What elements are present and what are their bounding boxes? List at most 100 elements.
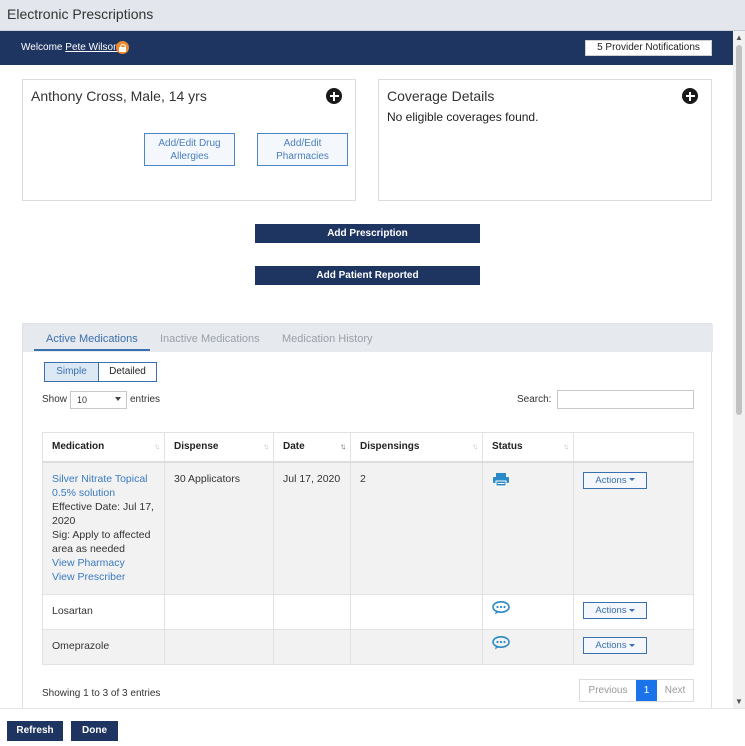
column-header-actions xyxy=(573,432,694,463)
column-label: Date xyxy=(283,441,305,453)
tab-inactive-medications[interactable]: Inactive Medications xyxy=(160,333,260,345)
welcome-bar: Welcome Pete Wilson 5 Provider Notificat… xyxy=(0,31,733,65)
sort-icon: ↑↓ xyxy=(154,442,160,451)
column-label: Dispense xyxy=(174,441,219,453)
next-page-button[interactable]: Next xyxy=(657,680,693,701)
sort-icon: ↑↓ xyxy=(563,442,569,451)
simple-view-button[interactable]: Simple xyxy=(44,362,99,382)
refresh-button[interactable]: Refresh xyxy=(7,721,63,741)
actions-label: Actions xyxy=(595,474,627,486)
actions-label: Actions xyxy=(595,640,627,651)
date-cell xyxy=(273,629,351,665)
coverage-card: Coverage Details No eligible coverages f… xyxy=(378,79,712,201)
status-cell xyxy=(482,594,574,630)
scroll-down-icon[interactable]: ▼ xyxy=(735,697,743,706)
add-patient-detail-icon[interactable] xyxy=(326,88,342,104)
dispensings-cell xyxy=(350,629,483,665)
dispense-cell xyxy=(164,629,274,665)
view-pharmacy-link[interactable]: View Pharmacy xyxy=(52,556,164,570)
actions-cell: Actions xyxy=(573,461,694,595)
active-tab-indicator xyxy=(34,349,150,351)
provider-notifications-button[interactable]: 5 Provider Notifications xyxy=(585,40,712,56)
page-size-value: 10 xyxy=(77,395,88,405)
previous-page-button[interactable]: Previous xyxy=(580,680,636,701)
actions-label: Actions xyxy=(595,605,627,616)
column-header-medication[interactable]: Medication ↑↓ xyxy=(42,432,165,463)
tab-active-medications[interactable]: Active Medications xyxy=(46,333,138,345)
view-prescriber-link[interactable]: View Prescriber xyxy=(52,570,164,584)
column-header-date[interactable]: Date ↑↓ xyxy=(273,432,351,463)
sort-icon: ↑↓ xyxy=(472,442,478,451)
scroll-up-icon[interactable]: ▲ xyxy=(735,33,743,42)
caret-down-icon xyxy=(628,643,635,647)
sort-icon: ↑↓ xyxy=(263,442,269,451)
column-header-status[interactable]: Status ↑↓ xyxy=(482,432,574,463)
patient-card: Anthony Cross, Male, 14 yrs Add/Edit Dru… xyxy=(22,79,356,201)
actions-cell: Actions xyxy=(573,594,694,630)
column-label: Dispensings xyxy=(360,441,420,453)
table-row: Silver Nitrate Topical 0.5% solution Eff… xyxy=(42,461,694,595)
column-label: Medication xyxy=(52,441,105,453)
actions-dropdown-button[interactable]: Actions xyxy=(583,637,647,654)
footer-bar: Refresh Done xyxy=(0,708,745,746)
medication-cell: Omeprazole xyxy=(42,629,165,665)
printer-icon[interactable] xyxy=(492,472,573,487)
column-header-dispensings[interactable]: Dispensings ↑↓ xyxy=(350,432,483,463)
search-input[interactable] xyxy=(557,390,694,409)
window-titlebar: Electronic Prescriptions xyxy=(0,0,745,31)
coverage-title: Coverage Details xyxy=(387,88,495,104)
actions-dropdown-button[interactable]: Actions xyxy=(583,602,647,619)
welcome-prefix: Welcome xyxy=(21,42,63,53)
add-edit-drug-allergies-button[interactable]: Add/Edit Drug Allergies xyxy=(144,133,235,166)
date-cell xyxy=(273,594,351,630)
table-row: Losartan Actions xyxy=(42,594,694,630)
medications-panel: Active Medications Inactive Medications … xyxy=(22,323,713,708)
pagination: Previous 1 Next xyxy=(579,679,694,702)
sig-text: Sig: Apply to affected area as needed xyxy=(52,528,151,555)
chat-icon[interactable] xyxy=(492,601,573,615)
actions-dropdown-button[interactable]: Actions xyxy=(583,471,647,489)
patient-summary: Anthony Cross, Male, 14 yrs xyxy=(31,88,207,104)
add-patient-reported-button[interactable]: Add Patient Reported xyxy=(255,266,480,285)
vertical-scrollbar[interactable]: ▲ ▼ xyxy=(733,31,745,708)
chat-icon[interactable] xyxy=(492,636,573,650)
column-header-dispense[interactable]: Dispense ↑↓ xyxy=(164,432,274,463)
table-header-row: Medication ↑↓ Dispense ↑↓ Date ↑↓ Dispensin… xyxy=(42,432,694,463)
window-title: Electronic Prescriptions xyxy=(7,6,154,22)
table-row: Omeprazole Actions xyxy=(42,629,694,665)
column-label: Status xyxy=(492,441,523,453)
page-1-button[interactable]: 1 xyxy=(636,680,657,701)
dispense-cell xyxy=(164,594,274,630)
main-content[interactable]: Welcome Pete Wilson 5 Provider Notificat… xyxy=(0,31,733,708)
add-edit-pharmacies-button[interactable]: Add/Edit Pharmacies xyxy=(257,133,348,166)
user-name-link[interactable]: Pete Wilson xyxy=(65,42,118,53)
effective-date: Effective Date: Jul 17, 2020 xyxy=(52,500,154,527)
scrollbar-thumb[interactable] xyxy=(736,45,742,415)
tab-medication-history[interactable]: Medication History xyxy=(282,333,372,345)
page-size-select[interactable]: 10 xyxy=(70,391,127,409)
dispensings-cell xyxy=(350,594,483,630)
detailed-view-button[interactable]: Detailed xyxy=(98,362,157,382)
add-prescription-button[interactable]: Add Prescription xyxy=(255,224,480,243)
date-cell: Jul 17, 2020 xyxy=(273,461,351,595)
done-button[interactable]: Done xyxy=(71,721,118,741)
medications-table: Medication ↑↓ Dispense ↑↓ Date ↑↓ Dispensin… xyxy=(42,432,694,665)
welcome-text: Welcome Pete Wilson xyxy=(21,42,119,53)
status-cell xyxy=(482,629,574,665)
add-coverage-icon[interactable] xyxy=(682,88,698,104)
status-cell xyxy=(482,461,574,595)
medication-cell: Silver Nitrate Topical 0.5% solution Eff… xyxy=(42,461,165,595)
dispense-cell: 30 Applicators xyxy=(164,461,274,595)
entries-label: entries xyxy=(130,394,161,405)
lock-icon[interactable] xyxy=(116,41,129,54)
dispensings-cell: 2 xyxy=(350,461,483,595)
actions-cell: Actions xyxy=(573,629,694,665)
caret-down-icon xyxy=(628,608,635,612)
search-label: Search: xyxy=(517,394,552,405)
chevron-down-icon xyxy=(115,397,121,401)
pagination-info: Showing 1 to 3 of 3 entries xyxy=(42,688,161,699)
sort-descending-icon: ↑↓ xyxy=(340,442,346,451)
show-label: Show xyxy=(42,394,68,405)
medication-cell: Losartan xyxy=(42,594,165,630)
medication-name-link[interactable]: Silver Nitrate Topical 0.5% solution xyxy=(52,472,164,500)
